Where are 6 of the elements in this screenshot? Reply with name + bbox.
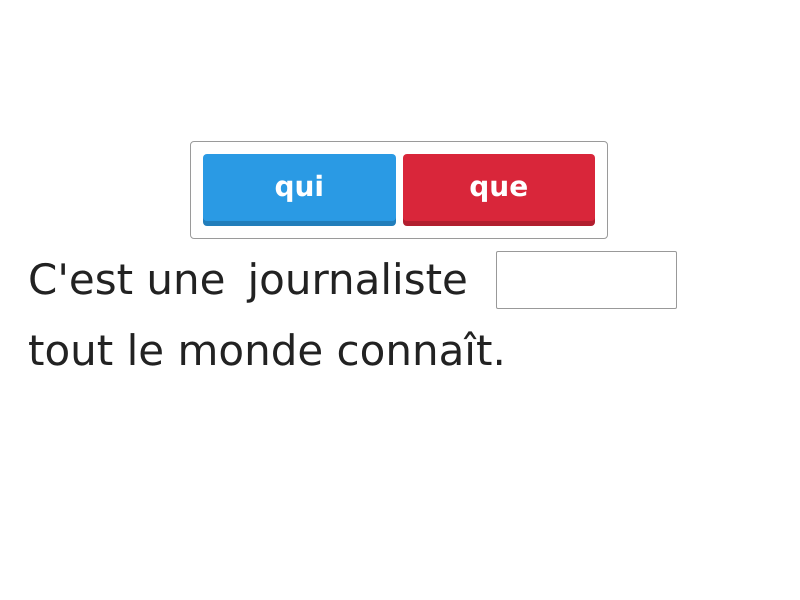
sentence-text: journaliste bbox=[248, 254, 468, 306]
answer-chip[interactable]: que bbox=[402, 154, 595, 226]
answer-chip[interactable]: qui bbox=[203, 154, 396, 226]
sentence-text: C'est une bbox=[28, 254, 226, 306]
sentence-text: tout le monde connaît. bbox=[28, 325, 506, 377]
answer-blank-field[interactable] bbox=[496, 251, 677, 309]
